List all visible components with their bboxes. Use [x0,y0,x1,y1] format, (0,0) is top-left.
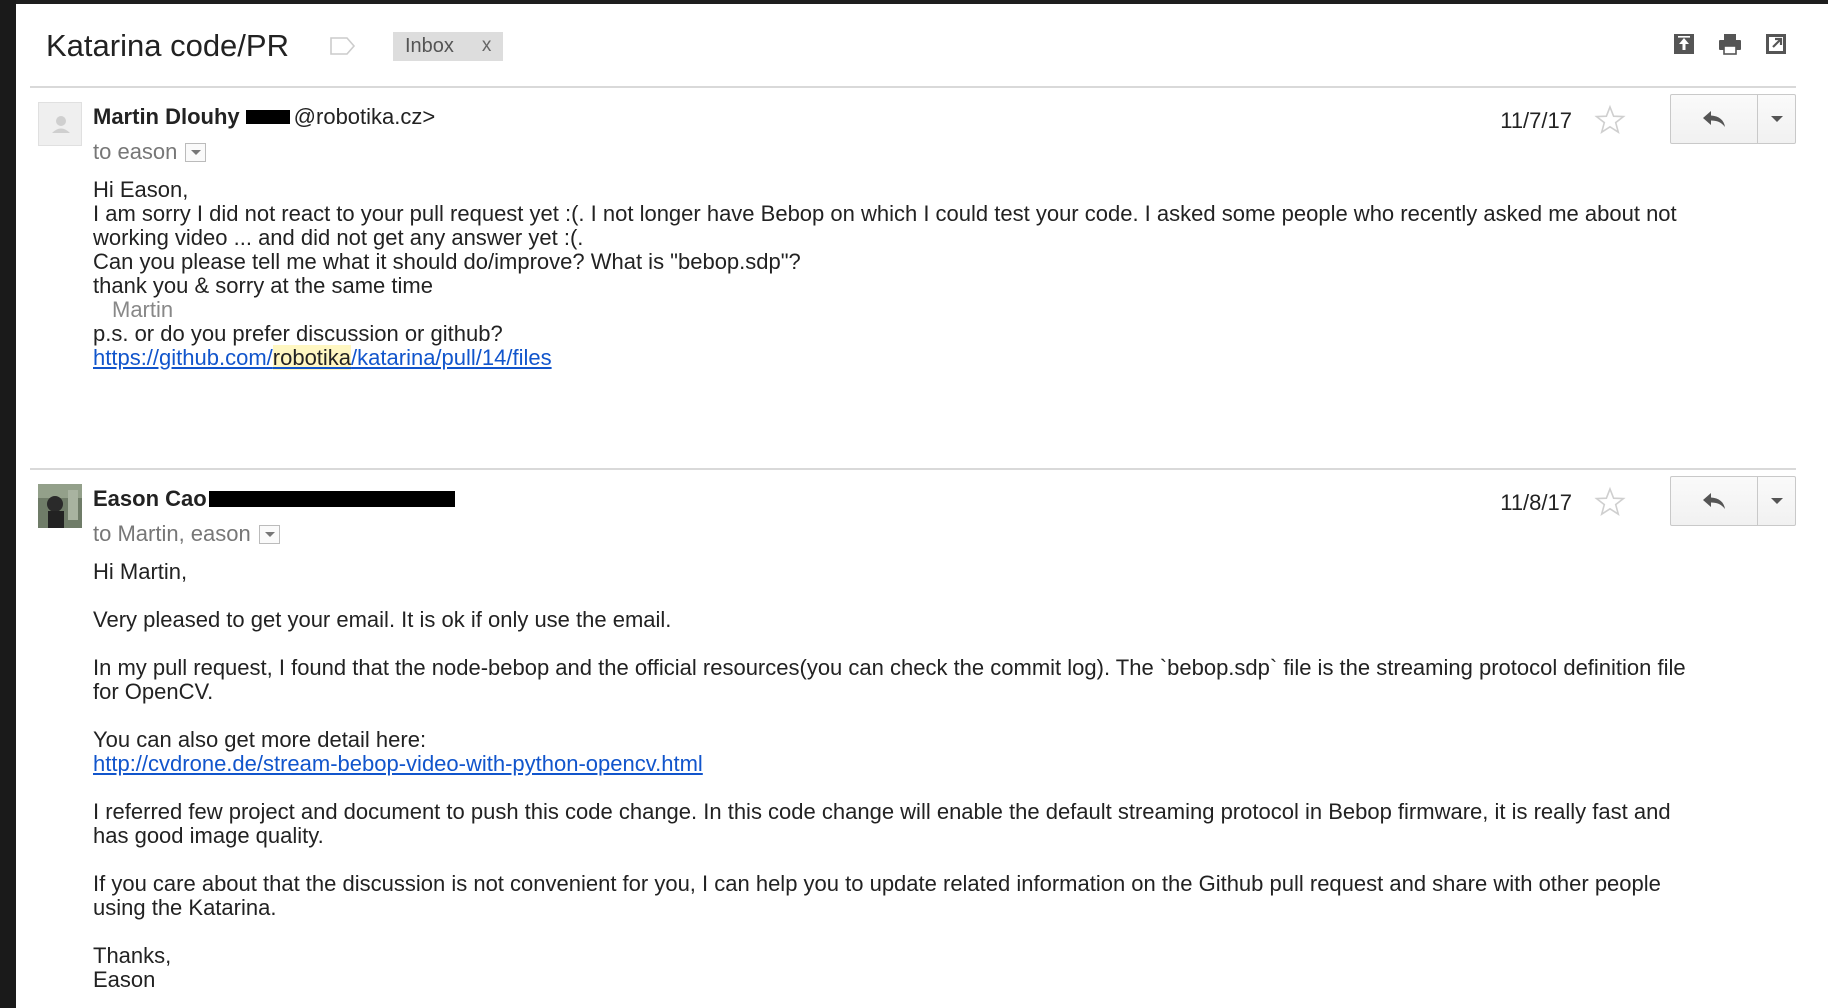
signature: Martin [112,297,174,322]
new-window-icon[interactable] [1764,32,1788,56]
body-line: If you care about that the discussion is… [93,871,1661,896]
message-2: Eason Cao to Martin, eason 11/8/17 Hi Ma… [38,476,1796,1004]
message-date: 11/7/17 [1500,108,1572,133]
body-line: I referred few project and document to p… [93,799,1671,824]
body-line: Hi Eason, [93,177,189,202]
body-line: Hi Martin, [93,559,188,584]
body-line: You can also get more detail here: [93,727,427,752]
sender-name: Martin Dlouhy [93,104,240,129]
github-link-line: https://github.com/robotika/katarina/pul… [93,345,1793,370]
cvdrone-link[interactable]: http://cvdrone.de/stream-bebop-video-wit… [93,751,703,776]
avatar-photo [38,484,82,528]
chevron-down-icon [1770,498,1783,504]
link-text: /katarina/pull/14/files [351,345,552,370]
body-line: I am sorry I did not react to your pull … [93,201,1677,226]
star-icon[interactable] [1594,104,1626,136]
reply-icon [1703,111,1725,127]
redacted-block [245,110,290,124]
message-body: Hi Martin, Very pleased to get your emai… [93,560,1793,992]
chevron-down-icon [1770,116,1783,122]
body-line: has good image quality. [93,823,324,848]
sender-name: Eason Cao [93,486,207,511]
body-line: working video ... and did not get any an… [93,225,584,250]
inbox-label-text: Inbox [404,34,454,57]
remove-label-button[interactable]: x [482,35,492,57]
message-divider [30,86,1796,88]
sender-email: @robotika.cz> [293,104,436,129]
reply-group [1670,476,1796,526]
star-icon[interactable] [1594,486,1626,518]
avatar [38,102,82,146]
inbox-label-chip[interactable]: Inbox x [392,31,504,61]
body-line: Can you please tell me what it should do… [93,249,801,274]
recipients: to Martin, eason [93,521,251,546]
body-line: Eason [93,967,156,992]
thread-header: Katarina code/PR Inbox x [46,24,504,68]
link-highlight: robotika [272,345,352,370]
sender-line: Martin Dlouhy @robotika.cz> [93,102,435,132]
recipients: to eason [93,139,178,164]
reply-button[interactable] [1670,476,1758,526]
body-line: Thanks, [93,943,172,968]
show-details-dropdown[interactable] [185,142,207,162]
label-tag-icon[interactable] [329,36,357,56]
body-line: In my pull request, I found that the nod… [93,655,1686,680]
thread-subject: Katarina code/PR [46,28,289,63]
redacted-email [208,491,455,507]
show-details-dropdown[interactable] [258,524,280,544]
reply-group [1670,94,1796,144]
body-line: p.s. or do you prefer discussion or gith… [93,321,503,346]
window-left-border [0,0,16,1008]
window-top-border [0,0,1828,4]
more-options-button[interactable] [1758,94,1796,144]
body-line: Very pleased to get your email. It is ok… [93,607,672,632]
message-divider [30,468,1796,470]
reply-icon [1703,493,1725,509]
body-line: using the Katarina. [93,895,277,920]
sender-line: Eason Cao [93,484,455,514]
thread-actions [1672,32,1788,56]
cvdrone-link-line: http://cvdrone.de/stream-bebop-video-wit… [93,752,1793,776]
body-line: for OpenCV. [93,679,214,704]
message-body: Hi Eason, I am sorry I did not react to … [93,178,1793,370]
more-options-button[interactable] [1758,476,1796,526]
message-1: Martin Dlouhy @robotika.cz> to eason 11/… [38,94,1796,372]
print-icon[interactable] [1718,32,1742,56]
github-pr-link[interactable]: https://github.com/robotika/katarina/pul… [93,345,552,370]
message-date: 11/8/17 [1500,490,1572,515]
archive-icon[interactable] [1672,32,1696,56]
body-line: thank you & sorry at the same time [93,273,433,298]
recipient-line: to Martin, eason [93,521,280,547]
recipient-line: to eason [93,139,207,165]
link-text: https://github.com/ [93,345,273,370]
reply-button[interactable] [1670,94,1758,144]
